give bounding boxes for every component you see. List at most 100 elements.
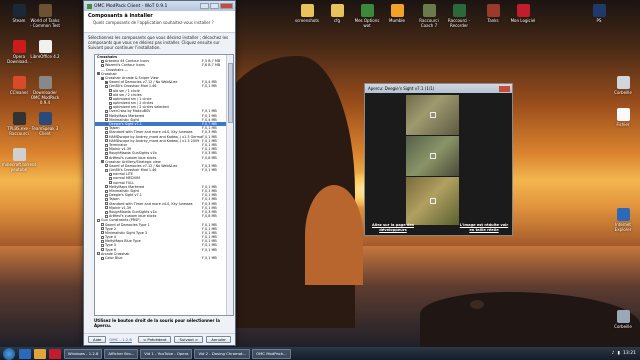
- item-checkbox[interactable]: [105, 84, 108, 88]
- item-checkbox[interactable]: [105, 139, 108, 143]
- desktop-icon[interactable]: Mes Options wot: [352, 4, 382, 28]
- developer-page-link[interactable]: Allez sur la page des développeurs: [368, 223, 418, 232]
- minimize-button[interactable]: [200, 3, 209, 9]
- item-checkbox[interactable]: [109, 177, 112, 181]
- explorer-pin-icon[interactable]: [19, 348, 31, 359]
- desktop-icon-label: Mumble: [389, 18, 405, 23]
- item-checkbox[interactable]: [101, 227, 104, 231]
- item-checkbox[interactable]: [101, 231, 104, 235]
- item-checkbox[interactable]: [97, 252, 100, 256]
- desktop-icon[interactable]: Fichier: [608, 108, 638, 127]
- item-checkbox[interactable]: [105, 114, 108, 118]
- desktop-icon[interactable]: PS: [584, 4, 614, 23]
- next-button[interactable]: Suivant >: [174, 336, 204, 343]
- desktop-icon[interactable]: minecraft.torrent youtube: [2, 148, 36, 172]
- item-checkbox[interactable]: [105, 118, 108, 122]
- item-checkbox[interactable]: [101, 223, 104, 227]
- item-checkbox[interactable]: [109, 105, 112, 109]
- item-checkbox[interactable]: [105, 143, 108, 147]
- close-button[interactable]: [220, 3, 233, 9]
- item-checkbox[interactable]: [105, 156, 108, 160]
- clock[interactable]: 13:21: [623, 351, 636, 356]
- preview-close-button[interactable]: [499, 85, 510, 92]
- network-icon[interactable]: ▮: [618, 351, 620, 356]
- start-button[interactable]: [3, 347, 15, 360]
- desktop-icon[interactable]: LibreOffice 4.2: [30, 40, 60, 59]
- item-checkbox[interactable]: [105, 126, 108, 130]
- item-checkbox[interactable]: [105, 164, 108, 168]
- item-checkbox[interactable]: [101, 59, 104, 63]
- item-checkbox[interactable]: [105, 197, 108, 201]
- taskbar-button[interactable]: Vid 1 - YouTube - Opera: [140, 348, 193, 359]
- components-list[interactable]: Crosshairs Artwanx 44 Contour Icons F,5 B,…: [94, 54, 234, 316]
- preview-title: Apercu: Deegie's Sight v7.1 (1/1): [368, 86, 435, 91]
- item-checkbox[interactable]: [101, 256, 104, 260]
- desktop-icon[interactable]: Internet Explorer: [608, 208, 638, 232]
- taskbar-button[interactable]: OMC ModPack...: [252, 348, 291, 359]
- taskbar-button[interactable]: Windows - 1.2.8: [64, 348, 103, 359]
- item-checkbox[interactable]: [97, 218, 100, 222]
- cancel-button[interactable]: Annuler: [206, 336, 231, 343]
- item-checkbox[interactable]: [109, 97, 112, 101]
- app-icon: [422, 4, 436, 17]
- item-checkbox[interactable]: [101, 248, 104, 252]
- preview-titlebar[interactable]: Apercu: Deegie's Sight v7.1 (1/1): [365, 84, 512, 93]
- installer-titlebar[interactable]: OMC ModPack Client - WoT 0.9.1: [84, 1, 235, 11]
- system-tray: ♪ ▮ 13:21: [612, 351, 640, 356]
- list-scrollbar[interactable]: [226, 55, 233, 315]
- item-checkbox[interactable]: [105, 135, 108, 139]
- item-checkbox[interactable]: [105, 202, 108, 206]
- item-checkbox[interactable]: [109, 172, 112, 176]
- item-checkbox[interactable]: [101, 235, 104, 239]
- opera-pin-icon[interactable]: [49, 348, 61, 359]
- desktop-icon[interactable]: Mumble: [382, 4, 412, 23]
- item-checkbox[interactable]: [105, 110, 108, 114]
- installer-title: OMC ModPack Client - WoT 0.9.1: [94, 3, 168, 9]
- item-checkbox[interactable]: [105, 206, 108, 210]
- item-checkbox[interactable]: [105, 210, 108, 214]
- taskbar-button[interactable]: Afficher Bro...: [104, 348, 139, 359]
- item-checkbox[interactable]: [105, 80, 108, 84]
- scrollbar-thumb[interactable]: [228, 63, 233, 123]
- taskbar-button[interactable]: Vid 2 - Dosing Chromat...: [194, 348, 251, 359]
- item-checkbox[interactable]: [109, 93, 112, 97]
- desktop-icon[interactable]: Mon Logiciel: [508, 4, 538, 23]
- version-link[interactable]: OMC - 1.2.8: [109, 337, 131, 342]
- previous-button[interactable]: < Précédent: [137, 336, 172, 343]
- item-checkbox[interactable]: [105, 151, 108, 155]
- item-checkbox[interactable]: [101, 76, 104, 80]
- item-checkbox[interactable]: [97, 72, 100, 76]
- item-checkbox[interactable]: [101, 63, 104, 67]
- item-checkbox[interactable]: [105, 189, 108, 193]
- maximize-button[interactable]: [210, 3, 219, 9]
- item-checkbox[interactable]: [101, 244, 104, 248]
- desktop-icon[interactable]: Raccourci Coach 7: [414, 4, 444, 28]
- item-checkbox[interactable]: [105, 147, 108, 151]
- desktop-icon[interactable]: World of Tanks - Common Test: [30, 4, 60, 28]
- desktop-icon[interactable]: Corbeille: [608, 76, 638, 95]
- desktop-icon[interactable]: cfg: [322, 4, 352, 23]
- item-checkbox[interactable]: [109, 101, 112, 105]
- item-checkbox[interactable]: [105, 122, 108, 126]
- item-checkbox[interactable]: [109, 89, 112, 93]
- list-item[interactable]: Color Blue F,0,1 MB: [95, 256, 226, 260]
- item-checkbox[interactable]: [109, 181, 112, 185]
- desktop-icon[interactable]: screenshots: [292, 4, 322, 23]
- installer-footer: Aide OMC - 1.2.8 < Précédent Suivant > A…: [84, 333, 235, 345]
- full-size-link[interactable]: L'image est réduite voir en taille réell…: [459, 223, 509, 232]
- item-checkbox[interactable]: [105, 168, 108, 172]
- desktop-icon[interactable]: Tanks: [478, 4, 508, 23]
- item-checkbox[interactable]: [105, 214, 108, 218]
- item-checkbox[interactable]: [105, 130, 108, 134]
- item-checkbox[interactable]: [105, 185, 108, 189]
- item-checkbox[interactable]: [101, 239, 104, 243]
- desktop-icon[interactable]: Corbeille: [608, 310, 638, 329]
- item-checkbox[interactable]: [101, 160, 104, 164]
- desktop-icon[interactable]: Raccourci - Recorder: [444, 4, 474, 28]
- desktop-icon[interactable]: TeamSpeak 3 Client: [30, 112, 60, 136]
- help-button[interactable]: Aide: [88, 336, 107, 343]
- volume-icon[interactable]: ♪: [612, 351, 615, 356]
- item-checkbox[interactable]: [105, 193, 108, 197]
- desktop-icon[interactable]: Downloader OMC ModPack 0.9.4: [30, 76, 60, 105]
- folder-pin-icon[interactable]: [34, 348, 46, 359]
